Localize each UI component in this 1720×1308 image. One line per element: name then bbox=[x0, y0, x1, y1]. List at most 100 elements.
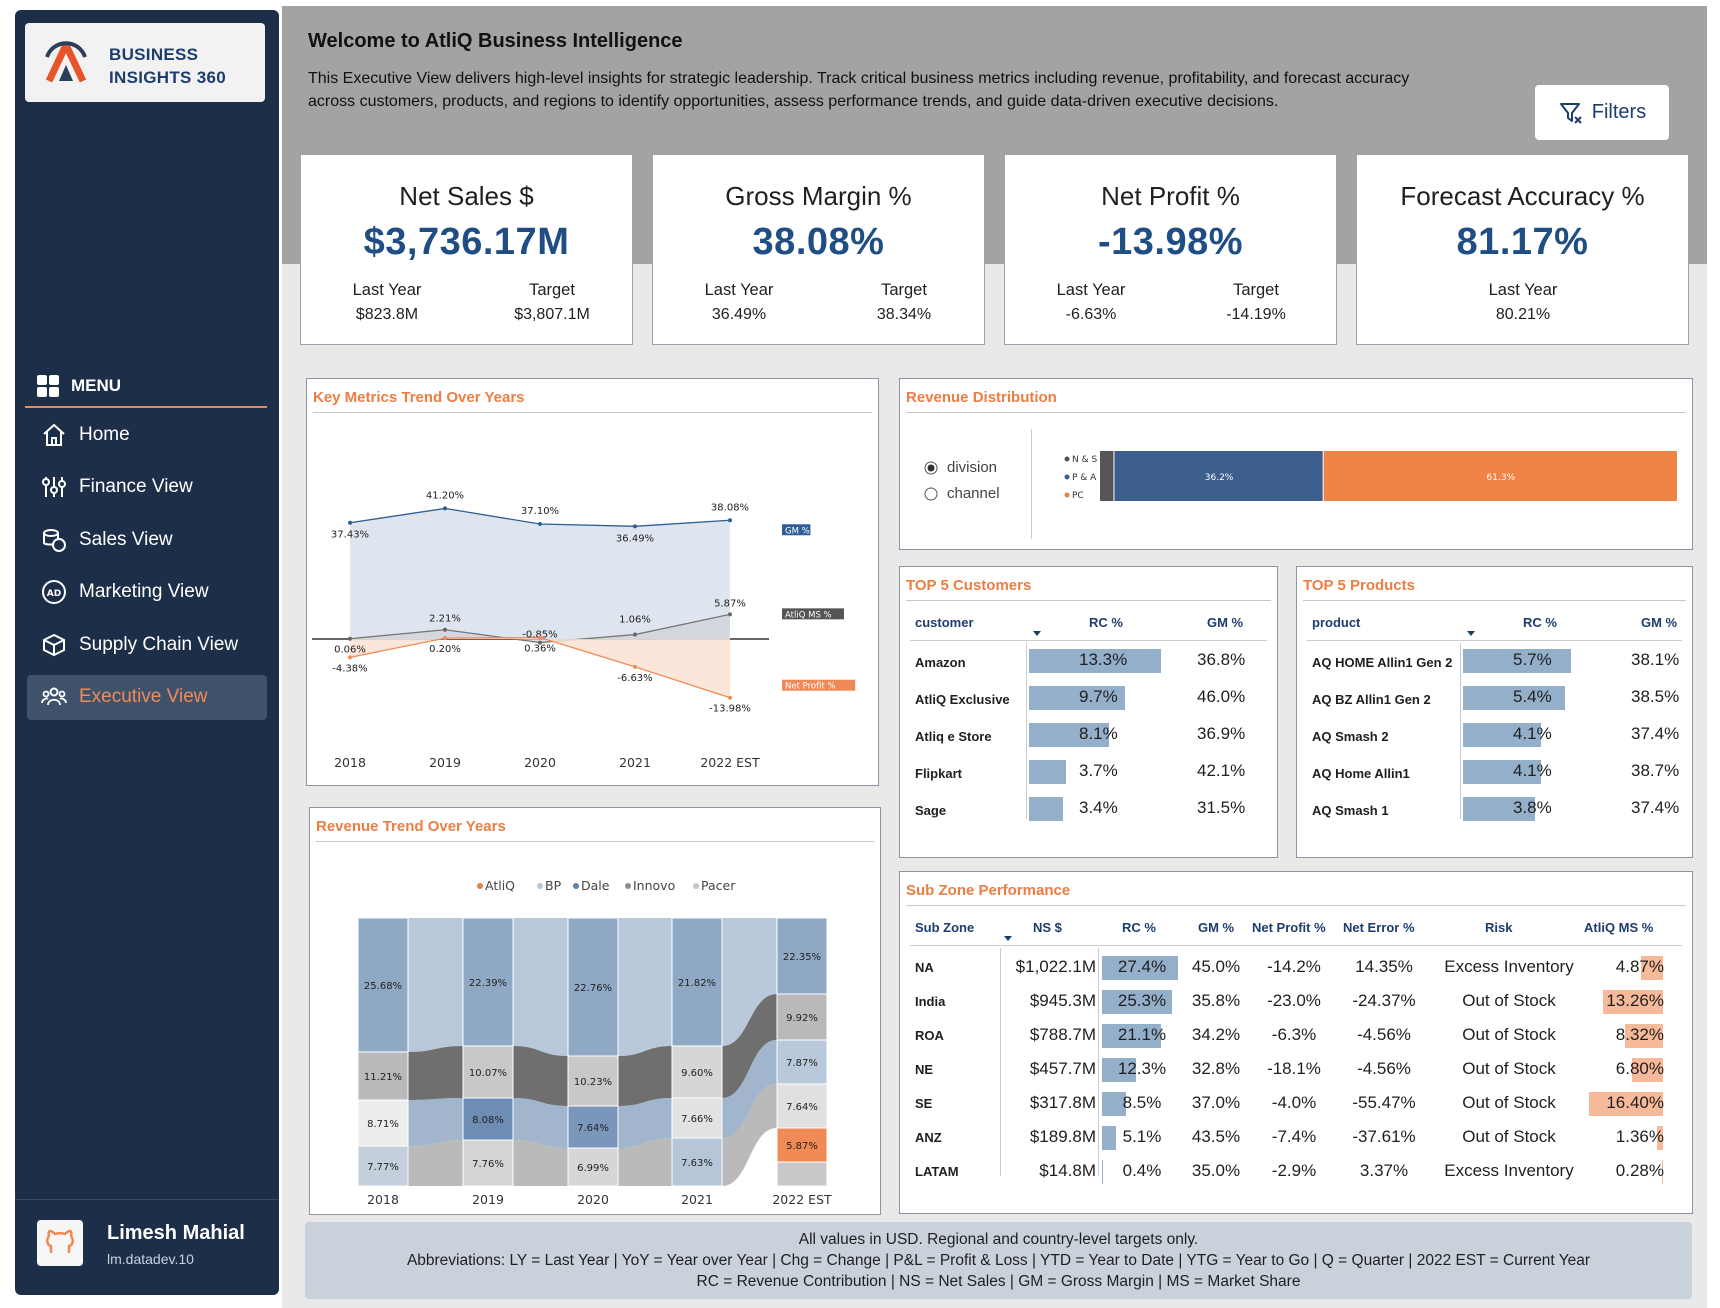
ms-point bbox=[728, 612, 732, 617]
legend-label: P & A bbox=[1072, 473, 1097, 483]
brand-line1: BUSINESS bbox=[109, 45, 199, 64]
sub-zone-panel: Sub Zone Performance Sub Zone NS $ RC % GM … bbox=[899, 871, 1693, 1214]
net-error-value: -24.37% bbox=[1352, 991, 1416, 1010]
table-row[interactable]: India $945.3M 25.3% 35.8% -23.0% -24.37% Out o… bbox=[900, 990, 1692, 1024]
sort-desc-icon[interactable] bbox=[1033, 631, 1041, 636]
segment-label: 8.08% bbox=[472, 1115, 504, 1126]
nav-item-supply-chain-view[interactable]: Supply Chain View bbox=[27, 622, 267, 667]
distribution-segment bbox=[1100, 451, 1114, 501]
zone-label: ANZ bbox=[915, 1130, 942, 1145]
github-avatar-icon bbox=[37, 1220, 83, 1266]
table-row[interactable]: LATAM $14.8M 0.4% 35.0% -2.9% 3.37% Excess Inv… bbox=[900, 1160, 1692, 1194]
np-point bbox=[538, 635, 542, 640]
rc-value: 9.7% bbox=[1079, 687, 1118, 706]
gm-value: 34.2% bbox=[1191, 1025, 1241, 1044]
rc-value: 5.4% bbox=[1513, 687, 1552, 706]
panel-title: Revenue Trend Over Years bbox=[316, 818, 874, 842]
column-header[interactable]: AtliQ MS % bbox=[1584, 920, 1653, 935]
sort-desc-icon[interactable] bbox=[1004, 936, 1012, 941]
table-row[interactable]: Flipkart 3.7% 42.1% bbox=[900, 760, 1277, 796]
footer-line: All values in USD. Regional and country-… bbox=[798, 1231, 1199, 1248]
segment-label: 22.76% bbox=[574, 983, 612, 994]
table-row[interactable]: Amazon 13.3% 36.8% bbox=[900, 649, 1277, 685]
logo-card: BUSINESS INSIGHTS 360 bbox=[25, 23, 265, 102]
revenue-distribution-chart: N & S P & A PC 36.2% 61.3% bbox=[1064, 451, 1677, 501]
gm-value: 38.7% bbox=[1631, 761, 1680, 780]
column-header-gm[interactable]: GM % bbox=[1207, 615, 1243, 630]
ribbon bbox=[618, 918, 672, 1056]
table-row[interactable]: ROA $788.7M 21.1% 34.2% -6.3% -4.56% Out of St… bbox=[900, 1024, 1692, 1058]
row-label: AQ BZ Allin1 Gen 2 bbox=[1312, 692, 1431, 707]
legend-marker bbox=[477, 883, 483, 889]
segment-label: 61.3% bbox=[1487, 473, 1516, 483]
ns-value: $788.7M bbox=[1029, 1025, 1096, 1044]
table-row[interactable]: AQ Home Allin1 4.1% 38.7% bbox=[1297, 760, 1692, 796]
nav-item-home[interactable]: Home bbox=[27, 412, 267, 457]
ribbon bbox=[408, 1046, 463, 1100]
legend-label: Pacer bbox=[701, 878, 736, 893]
panel-title: TOP 5 Products bbox=[1303, 577, 1686, 601]
table-row[interactable]: NE $457.7M 12.3% 32.8% -18.1% -4.56% Out of St… bbox=[900, 1058, 1692, 1092]
row-label: AQ HOME Allin1 Gen 2 bbox=[1312, 655, 1453, 670]
nav-item-executive-view[interactable]: Executive View bbox=[27, 674, 267, 720]
segment-label: 7.66% bbox=[681, 1114, 713, 1125]
table-row[interactable]: Sage 3.4% 31.5% bbox=[900, 797, 1277, 833]
column-header-customer[interactable]: customer bbox=[915, 615, 974, 630]
legend-label: AtliQ MS % bbox=[785, 610, 832, 620]
x-tick-label: 2022 EST bbox=[772, 1192, 832, 1207]
top-customers-panel: TOP 5 Customers customer RC % GM % Amazon 13… bbox=[899, 566, 1278, 858]
column-header[interactable]: Net Error % bbox=[1343, 920, 1415, 935]
risk-value: Out of Stock bbox=[1462, 1127, 1556, 1146]
column-header[interactable]: Risk bbox=[1485, 920, 1512, 935]
table-row[interactable]: ANZ $189.8M 5.1% 43.5% -7.4% -37.61% Out of St… bbox=[900, 1126, 1692, 1160]
segment-label: 11.21% bbox=[364, 1072, 402, 1083]
table-row[interactable]: AQ Smash 1 3.8% 37.4% bbox=[1297, 797, 1692, 833]
x-tick-label: 2018 bbox=[367, 1192, 399, 1207]
nav-label: Sales View bbox=[79, 528, 173, 550]
column-header-product[interactable]: product bbox=[1312, 615, 1360, 630]
table-row[interactable]: SE $317.8M 8.5% 37.0% -4.0% -55.47% Out of Sto… bbox=[900, 1092, 1692, 1126]
radio-checked-icon bbox=[924, 461, 938, 474]
legend-marker bbox=[693, 883, 699, 889]
column-header[interactable]: Sub Zone bbox=[915, 920, 974, 935]
panel-title: TOP 5 Customers bbox=[906, 577, 1271, 601]
kpi-net-profit: Net Profit % -13.98% Last Year -6.63% Tar… bbox=[1004, 154, 1337, 345]
np-point bbox=[633, 664, 637, 669]
column-header[interactable]: NS $ bbox=[1033, 920, 1062, 935]
nav-item-marketing-view[interactable]: AD Marketing View bbox=[27, 570, 267, 615]
user-profile[interactable]: Limesh Mahial lm.datadev.10 bbox=[15, 1199, 279, 1295]
sort-desc-icon[interactable] bbox=[1467, 631, 1475, 636]
table-row[interactable]: AQ HOME Allin1 Gen 2 5.7% 38.1% bbox=[1297, 649, 1692, 685]
table-row[interactable]: Atliq e Store 8.1% 36.9% bbox=[900, 723, 1277, 759]
divider bbox=[1031, 429, 1032, 539]
home-icon bbox=[43, 423, 65, 446]
column-header[interactable]: RC % bbox=[1122, 920, 1156, 935]
gm-point bbox=[728, 518, 732, 523]
atliq-logo-icon bbox=[45, 41, 87, 83]
radio-channel[interactable]: channel bbox=[924, 485, 1000, 502]
table-row[interactable]: AtliQ Exclusive 9.7% 46.0% bbox=[900, 686, 1277, 722]
filters-button[interactable]: Filters bbox=[1535, 85, 1669, 140]
nav-item-sales-view[interactable]: Sales View bbox=[27, 517, 267, 562]
header-divider bbox=[910, 945, 1682, 946]
kpi-target-label: Target bbox=[1233, 281, 1279, 299]
nav-item-finance-view[interactable]: Finance View bbox=[27, 465, 267, 510]
x-tick-label: 2021 bbox=[619, 755, 651, 770]
radio-division[interactable]: division bbox=[924, 459, 997, 476]
table-row[interactable]: AQ BZ Allin1 Gen 2 5.4% 38.5% bbox=[1297, 686, 1692, 722]
column-header-rc[interactable]: RC % bbox=[1089, 615, 1123, 630]
legend-label: N & S bbox=[1072, 455, 1097, 465]
ms-value: 1.36% bbox=[1615, 1127, 1664, 1146]
zone-label: ROA bbox=[915, 1028, 944, 1043]
column-header[interactable]: Net Profit % bbox=[1252, 920, 1326, 935]
net-profit-value: -6.3% bbox=[1271, 1025, 1317, 1044]
menu-title: MENU bbox=[71, 375, 122, 395]
column-header[interactable]: GM % bbox=[1198, 920, 1234, 935]
kpi-target-label: Target bbox=[529, 281, 575, 299]
column-header-rc[interactable]: RC % bbox=[1523, 615, 1557, 630]
column-header-gm[interactable]: GM % bbox=[1641, 615, 1677, 630]
ms-value: 13.26% bbox=[1606, 991, 1664, 1010]
table-row[interactable]: NA $1,022.1M 27.4% 45.0% -14.2% 14.35% Excess … bbox=[900, 956, 1692, 990]
zone-label: SE bbox=[915, 1096, 933, 1111]
table-row[interactable]: AQ Smash 2 4.1% 37.4% bbox=[1297, 723, 1692, 759]
